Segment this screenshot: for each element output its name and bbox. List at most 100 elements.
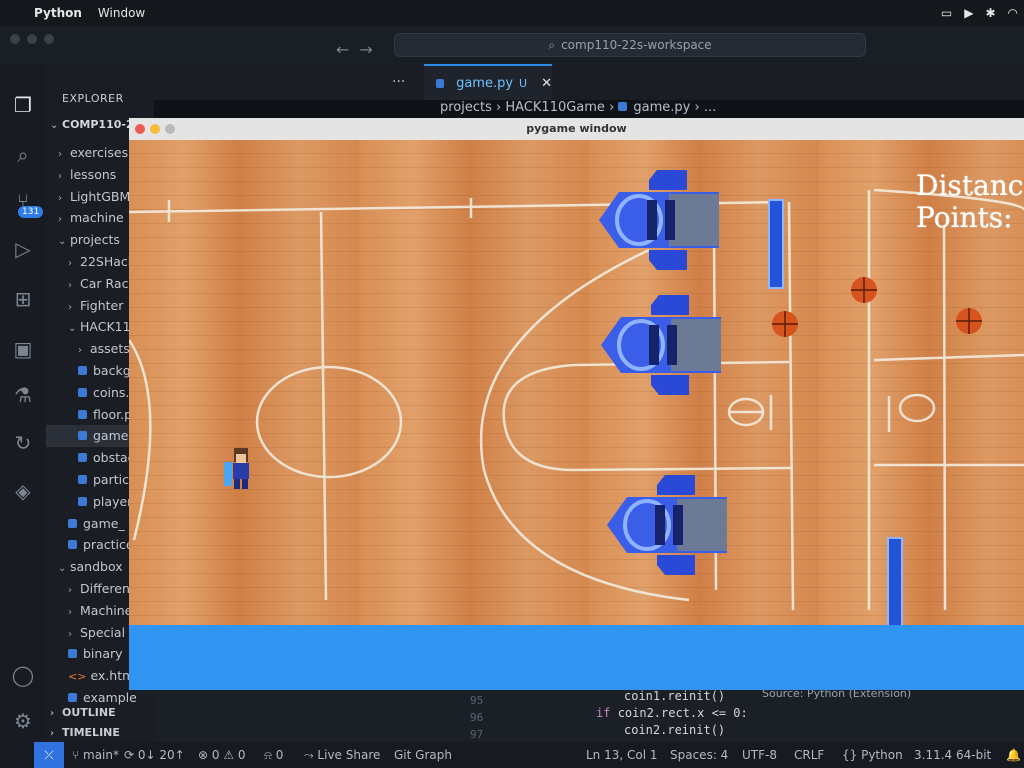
search-label: comp110-22s-workspace bbox=[561, 38, 712, 52]
antenna-icon: ⍾ bbox=[264, 748, 276, 762]
timeline-section[interactable]: › TIMELINE bbox=[50, 726, 120, 739]
back-arrow-icon[interactable]: ← bbox=[336, 40, 359, 59]
barrier-top bbox=[768, 199, 784, 289]
live-share-status[interactable]: ⤳ Live Share bbox=[304, 748, 380, 763]
explorer-icon[interactable]: ❐ bbox=[10, 92, 36, 118]
obstacle-fin bbox=[657, 555, 695, 575]
battery-icon[interactable]: ▭ bbox=[941, 6, 952, 20]
breadcrumb: projects › HACK110Game › game.py › ... bbox=[440, 100, 717, 115]
search-icon: ⌕ bbox=[548, 37, 556, 52]
pygame-minimize-button[interactable] bbox=[150, 124, 160, 134]
menu-window[interactable]: Window bbox=[98, 6, 145, 20]
extensions-icon[interactable]: ⊞ bbox=[10, 286, 36, 312]
close-tab-icon[interactable]: ✕ bbox=[541, 76, 552, 91]
play-icon[interactable]: ▶ bbox=[964, 6, 973, 20]
obstacle-nozzle bbox=[669, 194, 719, 246]
chevron-down-icon: ⌄ bbox=[58, 563, 67, 575]
obstacle-stripe bbox=[665, 200, 675, 240]
code-lines[interactable]: coin1.reinit() if coin2.rect.x <= 0: coi… bbox=[596, 688, 748, 739]
ports-indicator[interactable]: ⍾ 0 bbox=[264, 748, 283, 763]
account-icon[interactable]: ◯ bbox=[10, 662, 36, 688]
tree-item-label: LightGBM bbox=[70, 188, 131, 204]
basketball-coin bbox=[772, 311, 798, 337]
python-file-icon bbox=[68, 649, 77, 659]
key-bottom bbox=[573, 466, 792, 472]
bluetooth-icon[interactable]: ✱ bbox=[985, 6, 995, 20]
testing-icon[interactable]: ⚗ bbox=[10, 382, 36, 408]
python-file-icon bbox=[78, 431, 87, 441]
obstacle-nozzle bbox=[677, 499, 727, 551]
pygame-close-button[interactable] bbox=[135, 124, 145, 134]
obstacle-bottom bbox=[607, 475, 727, 575]
breadcrumb-more[interactable]: ... bbox=[704, 100, 716, 115]
center-circle bbox=[255, 365, 403, 479]
tab-status: U bbox=[519, 76, 528, 90]
status-bar: ⤫ ⑂ main* ⟳ 0↓ 20↑ ⊗ 0 ⚠ 0 ⍾ 0 ⤳ Live Sh… bbox=[0, 742, 1024, 768]
basketball-coin bbox=[851, 277, 877, 303]
breadcrumb-projects[interactable]: projects bbox=[440, 100, 492, 115]
gear-icon[interactable]: ⚙ bbox=[10, 708, 36, 734]
obstacle-stripe bbox=[647, 200, 657, 240]
wifi-icon[interactable]: ◠ bbox=[1008, 6, 1018, 20]
basketball-coin bbox=[956, 308, 982, 334]
problems-indicator[interactable]: ⊗ 0 ⚠ 0 bbox=[198, 748, 246, 762]
minimize-window-button[interactable] bbox=[27, 34, 37, 44]
branch-indicator[interactable]: ⑂ main* bbox=[72, 748, 119, 762]
pygame-title-bar[interactable]: pygame window bbox=[129, 118, 1024, 140]
notifications-icon[interactable]: 🔔 bbox=[1006, 748, 1021, 762]
barrier-bottom bbox=[887, 537, 903, 634]
menu-python[interactable]: Python bbox=[34, 6, 82, 20]
tree-item-label: sandbox bbox=[70, 559, 123, 575]
pygame-window[interactable]: pygame window Distanc Points: bbox=[127, 118, 1024, 690]
menu-bar: Python Window ▭ ▶ ✱ ◠ bbox=[0, 0, 1024, 26]
obstacle-top bbox=[599, 170, 719, 270]
python-file-icon bbox=[78, 387, 87, 397]
more-actions-icon[interactable]: ··· bbox=[392, 74, 405, 90]
run-debug-icon[interactable]: ▷ bbox=[10, 236, 36, 262]
forward-arrow-icon[interactable]: → bbox=[359, 40, 382, 59]
command-center-search[interactable]: ⌕ comp110-22s-workspace bbox=[394, 33, 866, 57]
remote-explorer-icon[interactable]: ▣ bbox=[10, 336, 36, 362]
obstacle-fin bbox=[651, 295, 689, 315]
timeline-label: TIMELINE bbox=[62, 726, 120, 739]
chevron-right-icon: › bbox=[68, 257, 72, 269]
ports-label: 0 bbox=[275, 748, 284, 762]
tab-game-py[interactable]: game.py U ✕ bbox=[424, 64, 552, 100]
docker-icon[interactable]: ◈ bbox=[10, 478, 36, 504]
obstacle-fin bbox=[649, 170, 687, 190]
search-sidebar-icon[interactable]: ⌕ bbox=[10, 142, 36, 168]
breadcrumb-game-py[interactable]: game.py bbox=[633, 100, 690, 115]
language-mode[interactable]: {} Python bbox=[842, 748, 903, 762]
close-window-button[interactable] bbox=[10, 34, 20, 44]
tree-item-label: Fighter bbox=[80, 297, 124, 313]
zoom-window-button[interactable] bbox=[44, 34, 54, 44]
line-numbers: 95 96 97 bbox=[470, 692, 483, 743]
chevron-right-icon: › bbox=[58, 214, 62, 226]
git-graph-status[interactable]: Git Graph bbox=[394, 748, 452, 762]
python-interpreter[interactable]: 3.11.4 64-bit bbox=[914, 748, 991, 762]
tree-item-label: example bbox=[83, 689, 137, 705]
chevron-right-icon: › bbox=[58, 170, 62, 182]
outline-section[interactable]: › OUTLINE bbox=[50, 706, 116, 719]
python-file-icon bbox=[68, 692, 77, 702]
tree-item-label: Special bbox=[80, 624, 126, 640]
pygame-zoom-button[interactable] bbox=[165, 124, 175, 134]
python-file-icon bbox=[618, 102, 628, 111]
breadcrumb-hack110game[interactable]: HACK110Game bbox=[505, 100, 605, 115]
live-share-label: Live Share bbox=[317, 748, 381, 762]
sync-indicator[interactable]: ⟳ 0↓ 20↑ bbox=[124, 748, 185, 762]
chevron-right-icon: › bbox=[58, 192, 62, 204]
cursor-position[interactable]: Ln 13, Col 1 bbox=[586, 748, 658, 762]
indentation[interactable]: Spaces: 4 bbox=[670, 748, 728, 762]
line-endings[interactable]: CRLF bbox=[794, 748, 824, 762]
remote-indicator-icon[interactable]: ⤫ bbox=[34, 742, 64, 768]
nav-arrows: ←→ bbox=[336, 40, 383, 59]
obstacle-fin bbox=[649, 250, 687, 270]
tree-item-label: practice bbox=[83, 537, 134, 553]
chevron-right-icon: › bbox=[68, 279, 72, 291]
code-line: coin1.reinit() bbox=[624, 689, 726, 703]
line-number: 95 bbox=[470, 694, 484, 707]
live-share-icon[interactable]: ↻ bbox=[10, 430, 36, 456]
encoding[interactable]: UTF-8 bbox=[742, 748, 777, 762]
right-lane-line bbox=[942, 224, 947, 611]
